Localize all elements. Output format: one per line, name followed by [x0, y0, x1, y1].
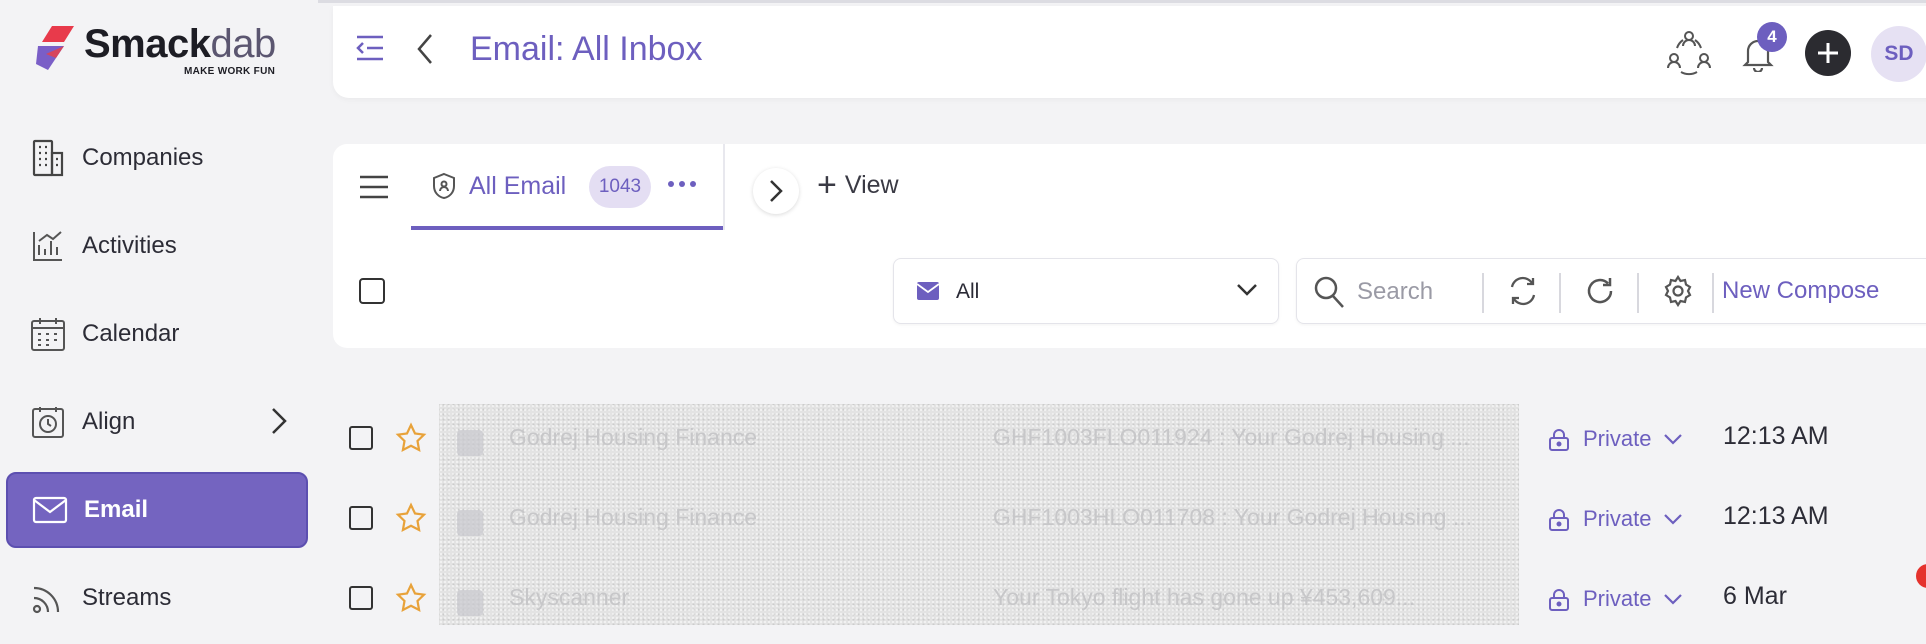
email-row[interactable]: Skyscanner Your Tokyo flight has gone up… — [333, 564, 1926, 644]
email-subject: GHF1003HLO011708 : Your Godrej Housing .… — [993, 504, 1473, 530]
smackdab-logo-icon — [36, 26, 74, 70]
email-subject: Your Tokyo flight has gone up ¥453,609..… — [993, 584, 1415, 610]
email-sender: Godrej Housing Finance — [509, 504, 758, 530]
brand-name: Smackdab — [84, 22, 276, 66]
search-input[interactable] — [1355, 273, 1479, 311]
tab-divider — [723, 144, 725, 230]
brand-logo[interactable]: Smackdab MAKE WORK FUN — [34, 22, 294, 82]
lock-icon — [1548, 428, 1570, 457]
sidebar-item-label: Calendar — [82, 320, 180, 347]
filter-value: All — [956, 280, 980, 303]
lock-icon — [1548, 508, 1570, 537]
tab-all-email[interactable]: All Email 1043 — [411, 144, 723, 230]
settings-gear-icon[interactable] — [1662, 274, 1694, 312]
chevron-down-icon[interactable] — [1663, 592, 1683, 610]
email-time: 12:13 AM — [1723, 422, 1829, 450]
plus-icon: + — [817, 166, 837, 204]
mail-icon — [30, 490, 70, 530]
sender-avatar — [457, 590, 483, 616]
activities-chart-icon — [28, 226, 68, 266]
chevron-down-icon — [1236, 283, 1258, 302]
row-checkbox[interactable] — [349, 426, 373, 450]
separator — [1712, 273, 1714, 313]
email-actions-group: New Compose — [1296, 258, 1926, 324]
visibility-label[interactable]: Private — [1583, 586, 1651, 612]
tab-label: All Email — [469, 172, 567, 200]
sidebar-item-activities[interactable]: Activities — [6, 208, 308, 284]
clock-calendar-icon — [28, 402, 68, 442]
chevron-right-icon[interactable] — [270, 406, 288, 441]
sender-avatar — [457, 430, 483, 456]
star-icon[interactable] — [395, 582, 427, 619]
sidebar-item-calendar[interactable]: Calendar — [6, 296, 308, 372]
star-icon[interactable] — [395, 502, 427, 539]
shield-lock-icon — [431, 172, 457, 205]
mail-icon — [916, 281, 940, 306]
sidebar-item-label: Activities — [82, 232, 177, 259]
notification-count-badge: 4 — [1757, 22, 1787, 52]
sidebar-item-label: Companies — [82, 144, 204, 171]
calendar-icon — [28, 314, 68, 354]
new-compose-button[interactable]: New Compose — [1722, 277, 1879, 305]
email-row[interactable]: Godrej Housing Finance GHF1003HLO011708 … — [333, 484, 1926, 564]
email-time: 6 Mar — [1723, 582, 1787, 610]
row-checkbox[interactable] — [349, 586, 373, 610]
select-all-checkbox[interactable] — [359, 278, 385, 304]
collapse-sidebar-icon[interactable] — [355, 33, 385, 68]
sidebar-item-companies[interactable]: Companies — [6, 120, 308, 196]
chevron-down-icon[interactable] — [1663, 512, 1683, 530]
star-icon[interactable] — [395, 422, 427, 459]
scroll-tabs-right-button[interactable] — [753, 168, 799, 214]
sidebar-item-align[interactable]: Align — [6, 384, 308, 460]
add-view-button[interactable]: + View — [817, 166, 899, 204]
sidebar-item-email[interactable]: Email — [6, 472, 308, 548]
sidebar-item-label: Email — [84, 496, 149, 523]
separator — [1482, 273, 1484, 313]
back-arrow-icon[interactable] — [415, 32, 435, 71]
add-view-label: View — [844, 170, 899, 199]
building-icon — [28, 138, 68, 178]
visibility-label[interactable]: Private — [1583, 426, 1651, 452]
user-avatar[interactable]: SD — [1871, 26, 1926, 82]
sidebar-item-label: Streams — [82, 584, 172, 611]
sidebar: Smackdab MAKE WORK FUN Companies Activit… — [0, 0, 318, 625]
streams-icon — [28, 578, 68, 618]
search-icon — [1313, 275, 1345, 314]
sidebar-item-label: Align — [82, 408, 136, 435]
visibility-label[interactable]: Private — [1583, 506, 1651, 532]
email-sender: Godrej Housing Finance — [509, 424, 758, 450]
team-network-icon[interactable] — [1665, 28, 1713, 81]
email-toolbar: All New Compose — [333, 232, 1926, 348]
view-tabs-bar: All Email 1043 + View — [333, 144, 1926, 233]
hamburger-menu-icon[interactable] — [359, 174, 389, 205]
more-options-icon[interactable] — [667, 176, 697, 194]
sender-avatar — [457, 510, 483, 536]
row-checkbox[interactable] — [349, 506, 373, 530]
refresh-icon[interactable] — [1584, 275, 1616, 312]
page-title: Email: All Inbox — [470, 30, 703, 68]
plus-icon — [1818, 43, 1838, 63]
separator — [1637, 273, 1639, 313]
mailbox-filter-dropdown[interactable]: All — [893, 258, 1279, 324]
email-sender: Skyscanner — [509, 584, 630, 610]
tab-count-badge: 1043 — [589, 166, 651, 208]
sync-icon[interactable] — [1507, 275, 1539, 312]
separator — [1559, 273, 1561, 313]
email-subject: GHF1003FLO011924 : Your Godrej Housing .… — [993, 424, 1470, 450]
chevron-down-icon[interactable] — [1663, 432, 1683, 450]
create-new-button[interactable] — [1805, 30, 1851, 76]
top-header: Email: All Inbox 4 SD — [333, 6, 1926, 98]
brand-tagline: MAKE WORK FUN — [184, 66, 276, 77]
email-time: 12:13 AM — [1723, 502, 1829, 530]
lock-icon — [1548, 588, 1570, 617]
email-row[interactable]: Godrej Housing Finance GHF1003FLO011924 … — [333, 404, 1926, 484]
chevron-right-icon — [770, 180, 783, 202]
